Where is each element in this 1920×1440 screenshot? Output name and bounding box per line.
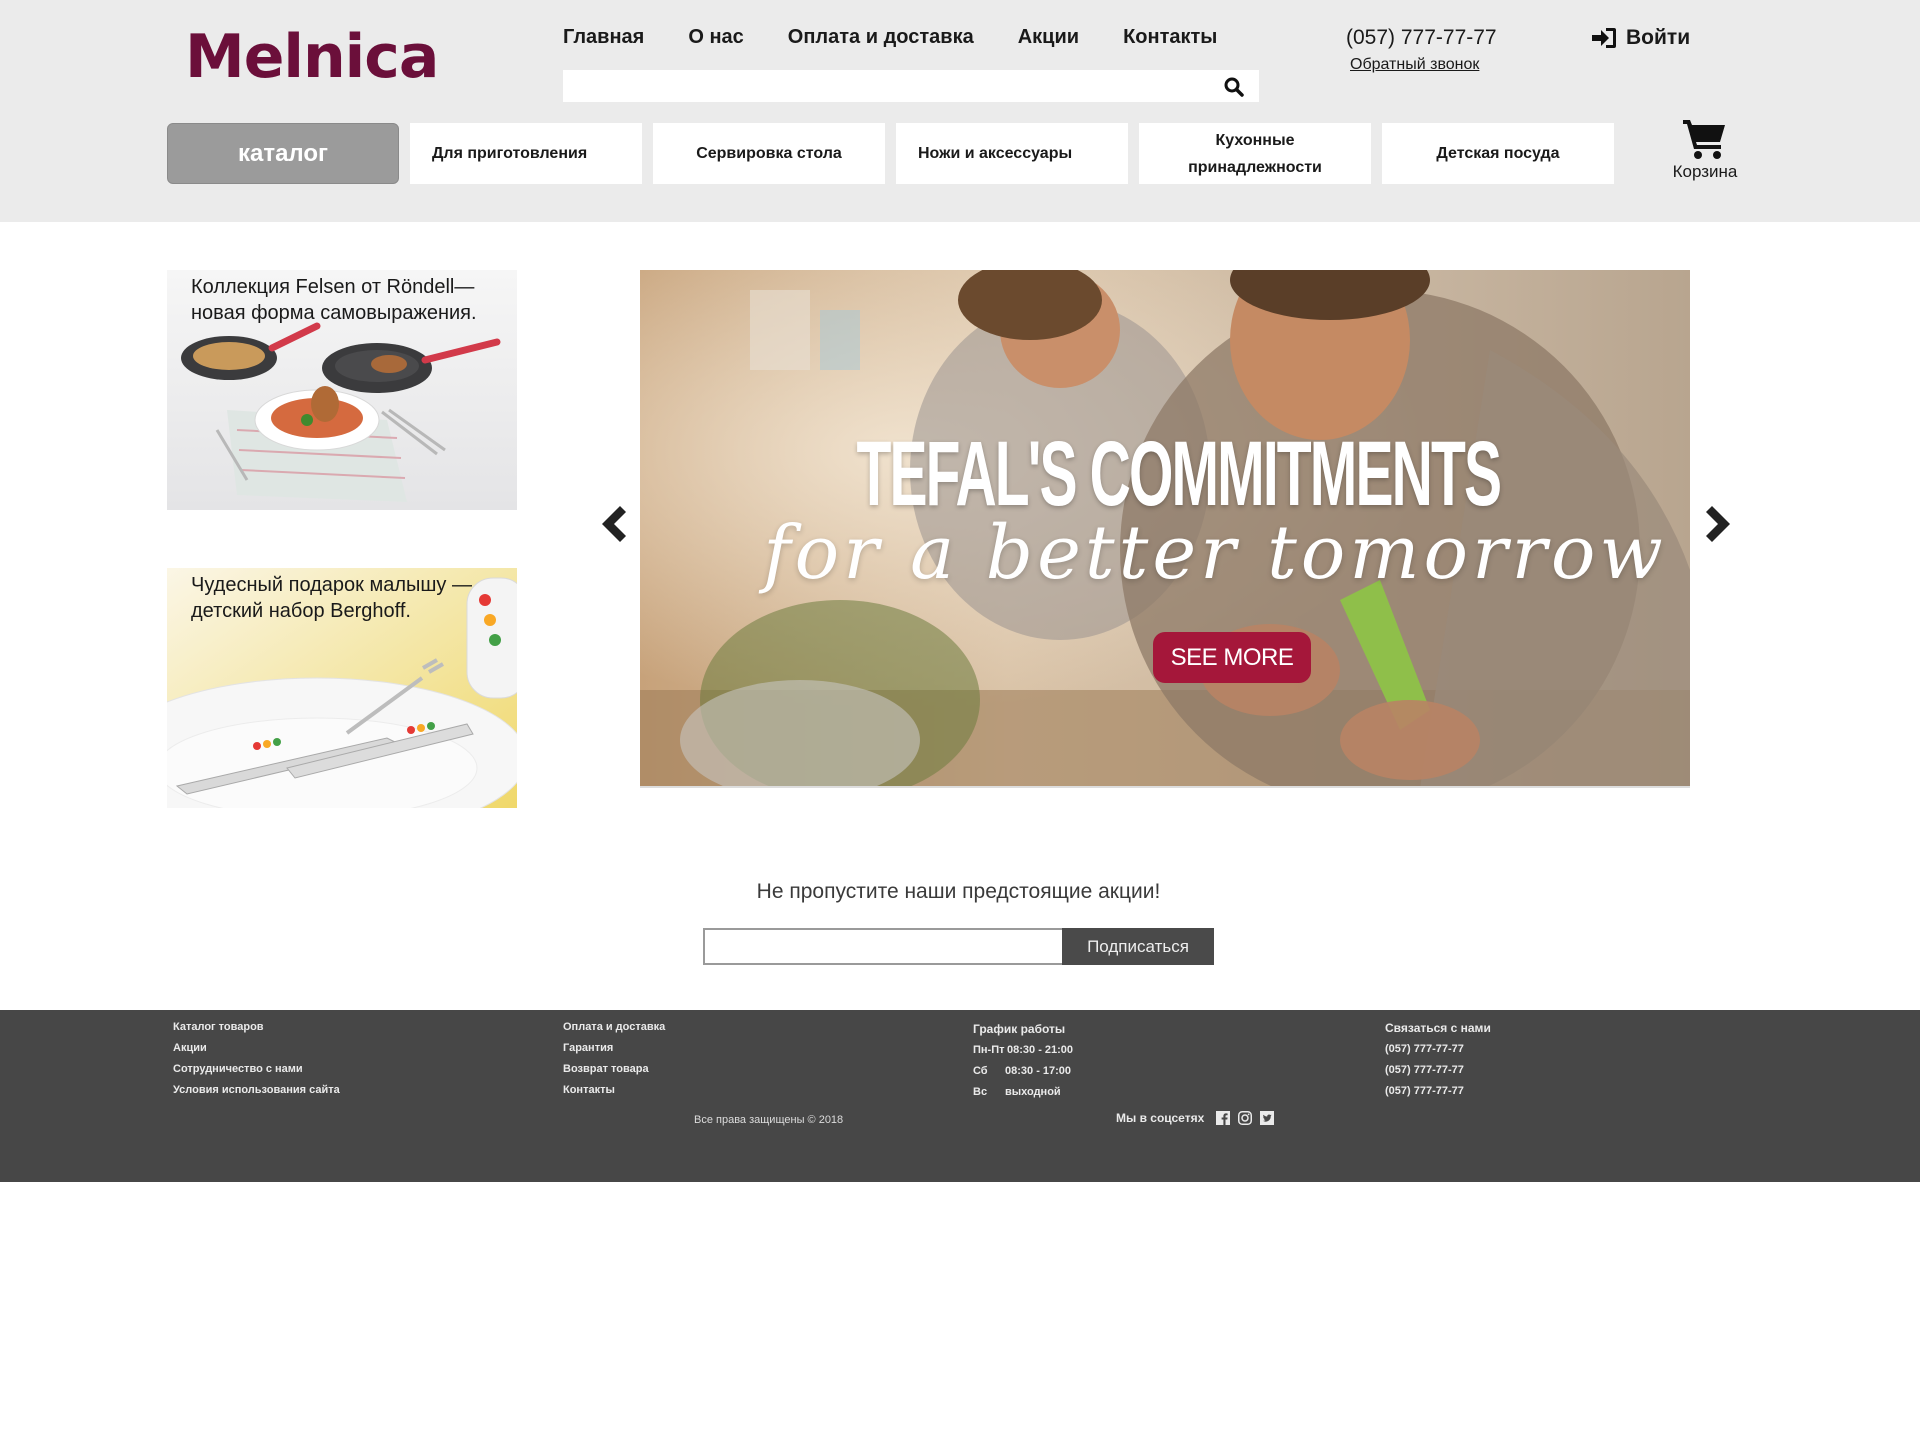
search-input[interactable] [563, 70, 1203, 102]
contact-phone[interactable]: (057) 777-77-77 [1385, 1085, 1491, 1106]
twitter-icon[interactable] [1260, 1111, 1275, 1125]
footer-schedule: График работы Пн-Пт 08:30 - 21:00 Сб 08:… [973, 1022, 1073, 1107]
promo-card-felsen[interactable]: Коллекция Felsen от Röndell— новая форма… [167, 270, 517, 510]
see-more-button[interactable]: SEE MORE [1153, 632, 1311, 683]
schedule-hours: 08:30 - 21:00 [1007, 1044, 1074, 1056]
schedule-day: Пн-Пт [973, 1044, 1005, 1056]
site-logo[interactable]: Melnica [185, 22, 439, 92]
category-bar: каталог Для приготовления Сервировка сто… [167, 123, 1614, 184]
subscribe-title: Не пропустите наши предстоящие акции! [756, 880, 1161, 903]
footer-link-terms[interactable]: Условия использования сайта [173, 1084, 340, 1105]
search-icon[interactable] [1223, 76, 1245, 98]
callback-link[interactable]: Обратный звонок [1350, 56, 1479, 74]
cart-button[interactable]: Корзина [1668, 118, 1742, 182]
contact-phone[interactable]: (057) 777-77-77 [1385, 1064, 1491, 1085]
nav-link-contacts[interactable]: Контакты [1123, 26, 1217, 49]
contact-phone[interactable]: (057) 777-77-77 [1385, 1043, 1491, 1064]
category-table-setting[interactable]: Сервировка стола [653, 123, 885, 184]
search-bar [563, 70, 1259, 102]
slider-prev-icon[interactable] [598, 504, 628, 544]
category-cooking[interactable]: Для приготовления [410, 123, 642, 184]
category-kitchen-tools[interactable]: Кухонные принадлежности [1139, 123, 1371, 184]
login-label: Войти [1626, 26, 1691, 49]
social-label: Мы в соцсетях [1116, 1111, 1205, 1125]
category-knives-accessories[interactable]: Ножи и аксессуары [896, 123, 1128, 184]
nav-link-payment-delivery[interactable]: Оплата и доставка [788, 26, 974, 49]
schedule-row: Вс выходной [973, 1086, 1073, 1107]
login-button[interactable]: Войти [1592, 26, 1690, 50]
footer-link-catalog[interactable]: Каталог товаров [173, 1021, 340, 1042]
nav-link-home[interactable]: Главная [563, 26, 644, 49]
header-phone: (057) 777-77-77 [1346, 26, 1497, 49]
hero-slider: TEFAL'S COMMITMENTS for a better tomorro… [640, 270, 1690, 788]
main-nav: Главная О нас Оплата и доставка Акции Ко… [563, 26, 1261, 49]
schedule-day: Вс [973, 1086, 988, 1098]
catalog-button[interactable]: каталог [167, 123, 399, 184]
category-kids-tableware[interactable]: Детская посуда [1382, 123, 1614, 184]
footer-contact: Связаться с нами (057) 777-77-77 (057) 7… [1385, 1021, 1491, 1106]
sign-in-icon [1592, 28, 1616, 48]
subscribe-email-input[interactable] [703, 928, 1063, 965]
nav-link-about[interactable]: О нас [688, 26, 743, 49]
subscribe-button[interactable]: Подписаться [1062, 928, 1214, 965]
schedule-title: График работы [973, 1022, 1066, 1036]
slider-next-icon[interactable] [1704, 504, 1734, 544]
footer-link-cooperation[interactable]: Сотрудничество с нами [173, 1063, 340, 1084]
copyright: Все права защищены © 2018 [694, 1114, 844, 1126]
footer-link-returns[interactable]: Возврат товара [563, 1063, 665, 1084]
footer-links-catalog: Каталог товаров Акции Сотрудничество с н… [173, 1021, 340, 1105]
schedule-day: Сб [973, 1065, 988, 1077]
contact-title: Связаться с нами [1385, 1021, 1491, 1035]
schedule-row: Сб 08:30 - 17:00 [973, 1065, 1073, 1086]
promo-text-felsen: Коллекция Felsen от Röndell— новая форма… [191, 276, 477, 324]
facebook-icon[interactable] [1216, 1111, 1231, 1125]
site-footer: Каталог товаров Акции Сотрудничество с н… [0, 1010, 1920, 1182]
schedule-hours: 08:30 - 17:00 [1005, 1065, 1072, 1077]
promo-card-berghoff[interactable]: Чудесный подарок малышу — детский набор … [167, 568, 517, 808]
instagram-icon[interactable] [1238, 1111, 1253, 1125]
footer-link-payment-delivery[interactable]: Оплата и доставка [563, 1021, 665, 1042]
cart-label: Корзина [1672, 162, 1738, 181]
footer-links-service: Оплата и доставка Гарантия Возврат товар… [563, 1021, 665, 1105]
schedule-hours: выходной [1005, 1086, 1061, 1098]
promo-text-berghoff: Чудесный подарок малышу — детский набор … [191, 574, 472, 622]
footer-link-promotions[interactable]: Акции [173, 1042, 340, 1063]
site-header: Melnica Главная О нас Оплата и доставка … [0, 0, 1920, 222]
footer-link-contacts[interactable]: Контакты [563, 1084, 665, 1105]
schedule-row: Пн-Пт 08:30 - 21:00 [973, 1044, 1073, 1065]
social-links: Мы в соцсетях [1116, 1111, 1275, 1125]
shopping-cart-icon [1683, 120, 1725, 159]
nav-link-promotions[interactable]: Акции [1018, 26, 1079, 49]
footer-link-warranty[interactable]: Гарантия [563, 1042, 665, 1063]
hero-subtitle: for a better tomorrow [763, 510, 1667, 596]
